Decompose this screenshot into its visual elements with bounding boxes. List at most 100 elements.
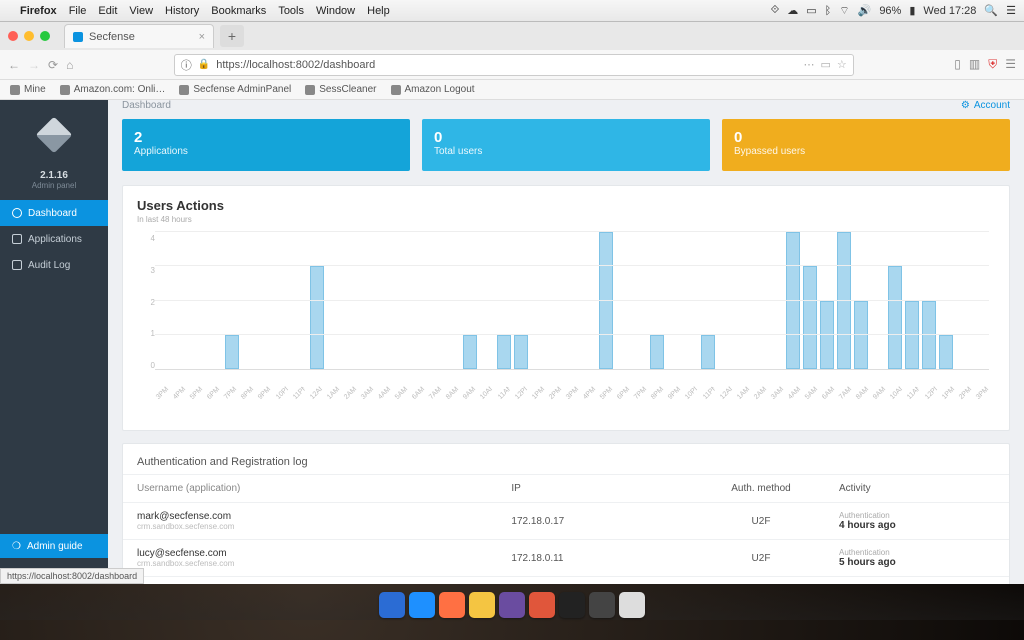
bookmark-label: Mine <box>24 84 46 95</box>
log-row[interactable]: lucy@secfense.comcrm.sandbox.secfense.co… <box>123 539 1009 576</box>
gear-icon: ⚙ <box>961 100 970 111</box>
url-more-icon[interactable]: ⋯ <box>804 58 815 71</box>
window-zoom-icon[interactable] <box>40 31 50 41</box>
logo-icon <box>36 117 73 154</box>
chart-bar <box>837 232 851 369</box>
new-tab-button[interactable]: + <box>220 25 244 47</box>
menu-window[interactable]: Window <box>316 5 355 17</box>
chart-bar <box>854 301 868 370</box>
nav-label: Audit Log <box>28 260 70 271</box>
window-close-icon[interactable] <box>8 31 18 41</box>
clock[interactable]: Wed 17:28 <box>923 5 976 17</box>
menu-file[interactable]: File <box>69 5 87 17</box>
spotlight-icon[interactable]: 🔍 <box>984 4 998 17</box>
card-bypassed-users[interactable]: 0Bypassed users <box>722 119 1010 171</box>
dock-app-icon[interactable] <box>499 592 525 618</box>
bookmark-amazon-logout[interactable]: Amazon Logout <box>391 84 475 95</box>
log-user-app: crm.sandbox.secfense.com <box>137 559 511 568</box>
site-icon <box>305 85 315 95</box>
chart-bar <box>939 335 953 369</box>
reader-icon[interactable]: ▭ <box>821 58 831 71</box>
content-topbar: Dashboard ⚙Account <box>108 100 1024 111</box>
panel-title: Users Actions <box>137 198 995 213</box>
nav-applications[interactable]: Applications <box>0 226 108 252</box>
bookmark-star-icon[interactable]: ☆ <box>837 58 847 71</box>
log-activity-time: 4 hours ago <box>839 520 995 531</box>
log-activity-time: 5 hours ago <box>839 557 995 568</box>
info-icon[interactable]: ⓘ <box>181 57 192 73</box>
dock-chrome-icon[interactable] <box>469 592 495 618</box>
bookmark-label: SessCleaner <box>319 84 376 95</box>
menu-edit[interactable]: Edit <box>98 5 117 17</box>
dock-safari-icon[interactable] <box>409 592 435 618</box>
app-sidebar: 2.1.16 Admin panel Dashboard Application… <box>0 100 108 584</box>
chart-bar <box>803 266 817 369</box>
hamburger-menu-icon[interactable]: ☰ <box>1005 57 1016 72</box>
bookmark-amazon[interactable]: Amazon.com: Onli… <box>60 84 166 95</box>
card-applications[interactable]: 2Applications <box>122 119 410 171</box>
menu-history[interactable]: History <box>165 5 199 17</box>
nav-back-icon[interactable]: ← <box>8 58 20 72</box>
admin-guide-button[interactable]: ❍Admin guide <box>0 534 108 558</box>
app-name[interactable]: Firefox <box>20 5 57 17</box>
admin-guide-label: Admin guide <box>27 541 83 552</box>
site-icon <box>391 85 401 95</box>
battery-pct[interactable]: 96% <box>879 5 901 17</box>
dock-app-icon[interactable] <box>589 592 615 618</box>
dock-terminal-icon[interactable] <box>559 592 585 618</box>
log-user-email: lucy@secfense.com <box>137 548 511 559</box>
battery-icon[interactable]: ▮ <box>909 4 915 17</box>
chart-bar <box>463 335 477 369</box>
wifi-icon[interactable]: ⌔ <box>839 4 849 18</box>
window-minimize-icon[interactable] <box>24 31 34 41</box>
dock-finder-icon[interactable] <box>379 592 405 618</box>
menu-help[interactable]: Help <box>367 5 390 17</box>
card-total-users[interactable]: 0Total users <box>422 119 710 171</box>
browser-tab[interactable]: Secfense × <box>64 24 214 48</box>
log-row[interactable]: mark@secfense.comcrm.sandbox.secfense.co… <box>123 502 1009 539</box>
card-value: 0 <box>434 129 698 146</box>
account-link[interactable]: ⚙Account <box>961 100 1010 111</box>
dock-firefox-icon[interactable] <box>439 592 465 618</box>
log-row[interactable]: lucy@secfense.comcrm.sandbox.secfense.co… <box>123 576 1009 584</box>
nav-home-icon[interactable]: ⌂ <box>66 58 73 72</box>
library-icon[interactable]: ▥ <box>969 57 980 72</box>
shield-icon[interactable]: ⛨ <box>988 57 997 72</box>
dock-app-icon[interactable] <box>529 592 555 618</box>
nav-dashboard[interactable]: Dashboard <box>0 200 108 226</box>
menu-bookmarks[interactable]: Bookmarks <box>211 5 266 17</box>
site-icon <box>179 85 189 95</box>
nav-audit-log[interactable]: Audit Log <box>0 252 108 278</box>
chart-bar <box>497 335 511 369</box>
nav-label: Applications <box>28 234 82 245</box>
menu-view[interactable]: View <box>129 5 153 17</box>
desktop-background <box>0 584 1024 640</box>
chart-bar <box>599 232 613 369</box>
nav-reload-icon[interactable]: ⟳ <box>48 58 58 72</box>
chart-bar <box>650 335 664 369</box>
lock-icon: 🔒 <box>198 59 210 70</box>
menu-tools[interactable]: Tools <box>278 5 304 17</box>
bookmark-sesscleaner[interactable]: SessCleaner <box>305 84 376 95</box>
cloud-icon[interactable]: ☁ <box>787 4 798 17</box>
display-icon[interactable]: ▭ <box>806 4 816 17</box>
bookmark-secfense[interactable]: Secfense AdminPanel <box>179 84 291 95</box>
siri-icon[interactable]: ☰ <box>1006 4 1016 17</box>
favicon-icon <box>73 32 83 42</box>
window-controls[interactable] <box>8 31 50 41</box>
dropbox-icon[interactable]: ⟐ <box>771 4 780 17</box>
nav-forward-icon[interactable]: → <box>28 58 40 72</box>
url-input[interactable]: ⓘ 🔒 https://localhost:8002/dashboard ⋯ ▭… <box>174 54 854 76</box>
bluetooth-icon[interactable]: ᛒ <box>825 5 832 17</box>
chart-bar <box>786 232 800 369</box>
pocket-icon[interactable]: ▯ <box>954 57 961 72</box>
tab-close-icon[interactable]: × <box>199 31 205 43</box>
macos-menubar: Firefox File Edit View History Bookmarks… <box>0 0 1024 22</box>
breadcrumb: Dashboard <box>122 100 171 111</box>
macos-dock[interactable] <box>0 584 1024 620</box>
dock-trash-icon[interactable] <box>619 592 645 618</box>
volume-icon[interactable]: 🔊 <box>858 4 872 17</box>
log-user-email: mark@secfense.com <box>137 511 511 522</box>
bookmark-mine[interactable]: Mine <box>10 84 46 95</box>
app-version: 2.1.16 <box>0 170 108 181</box>
